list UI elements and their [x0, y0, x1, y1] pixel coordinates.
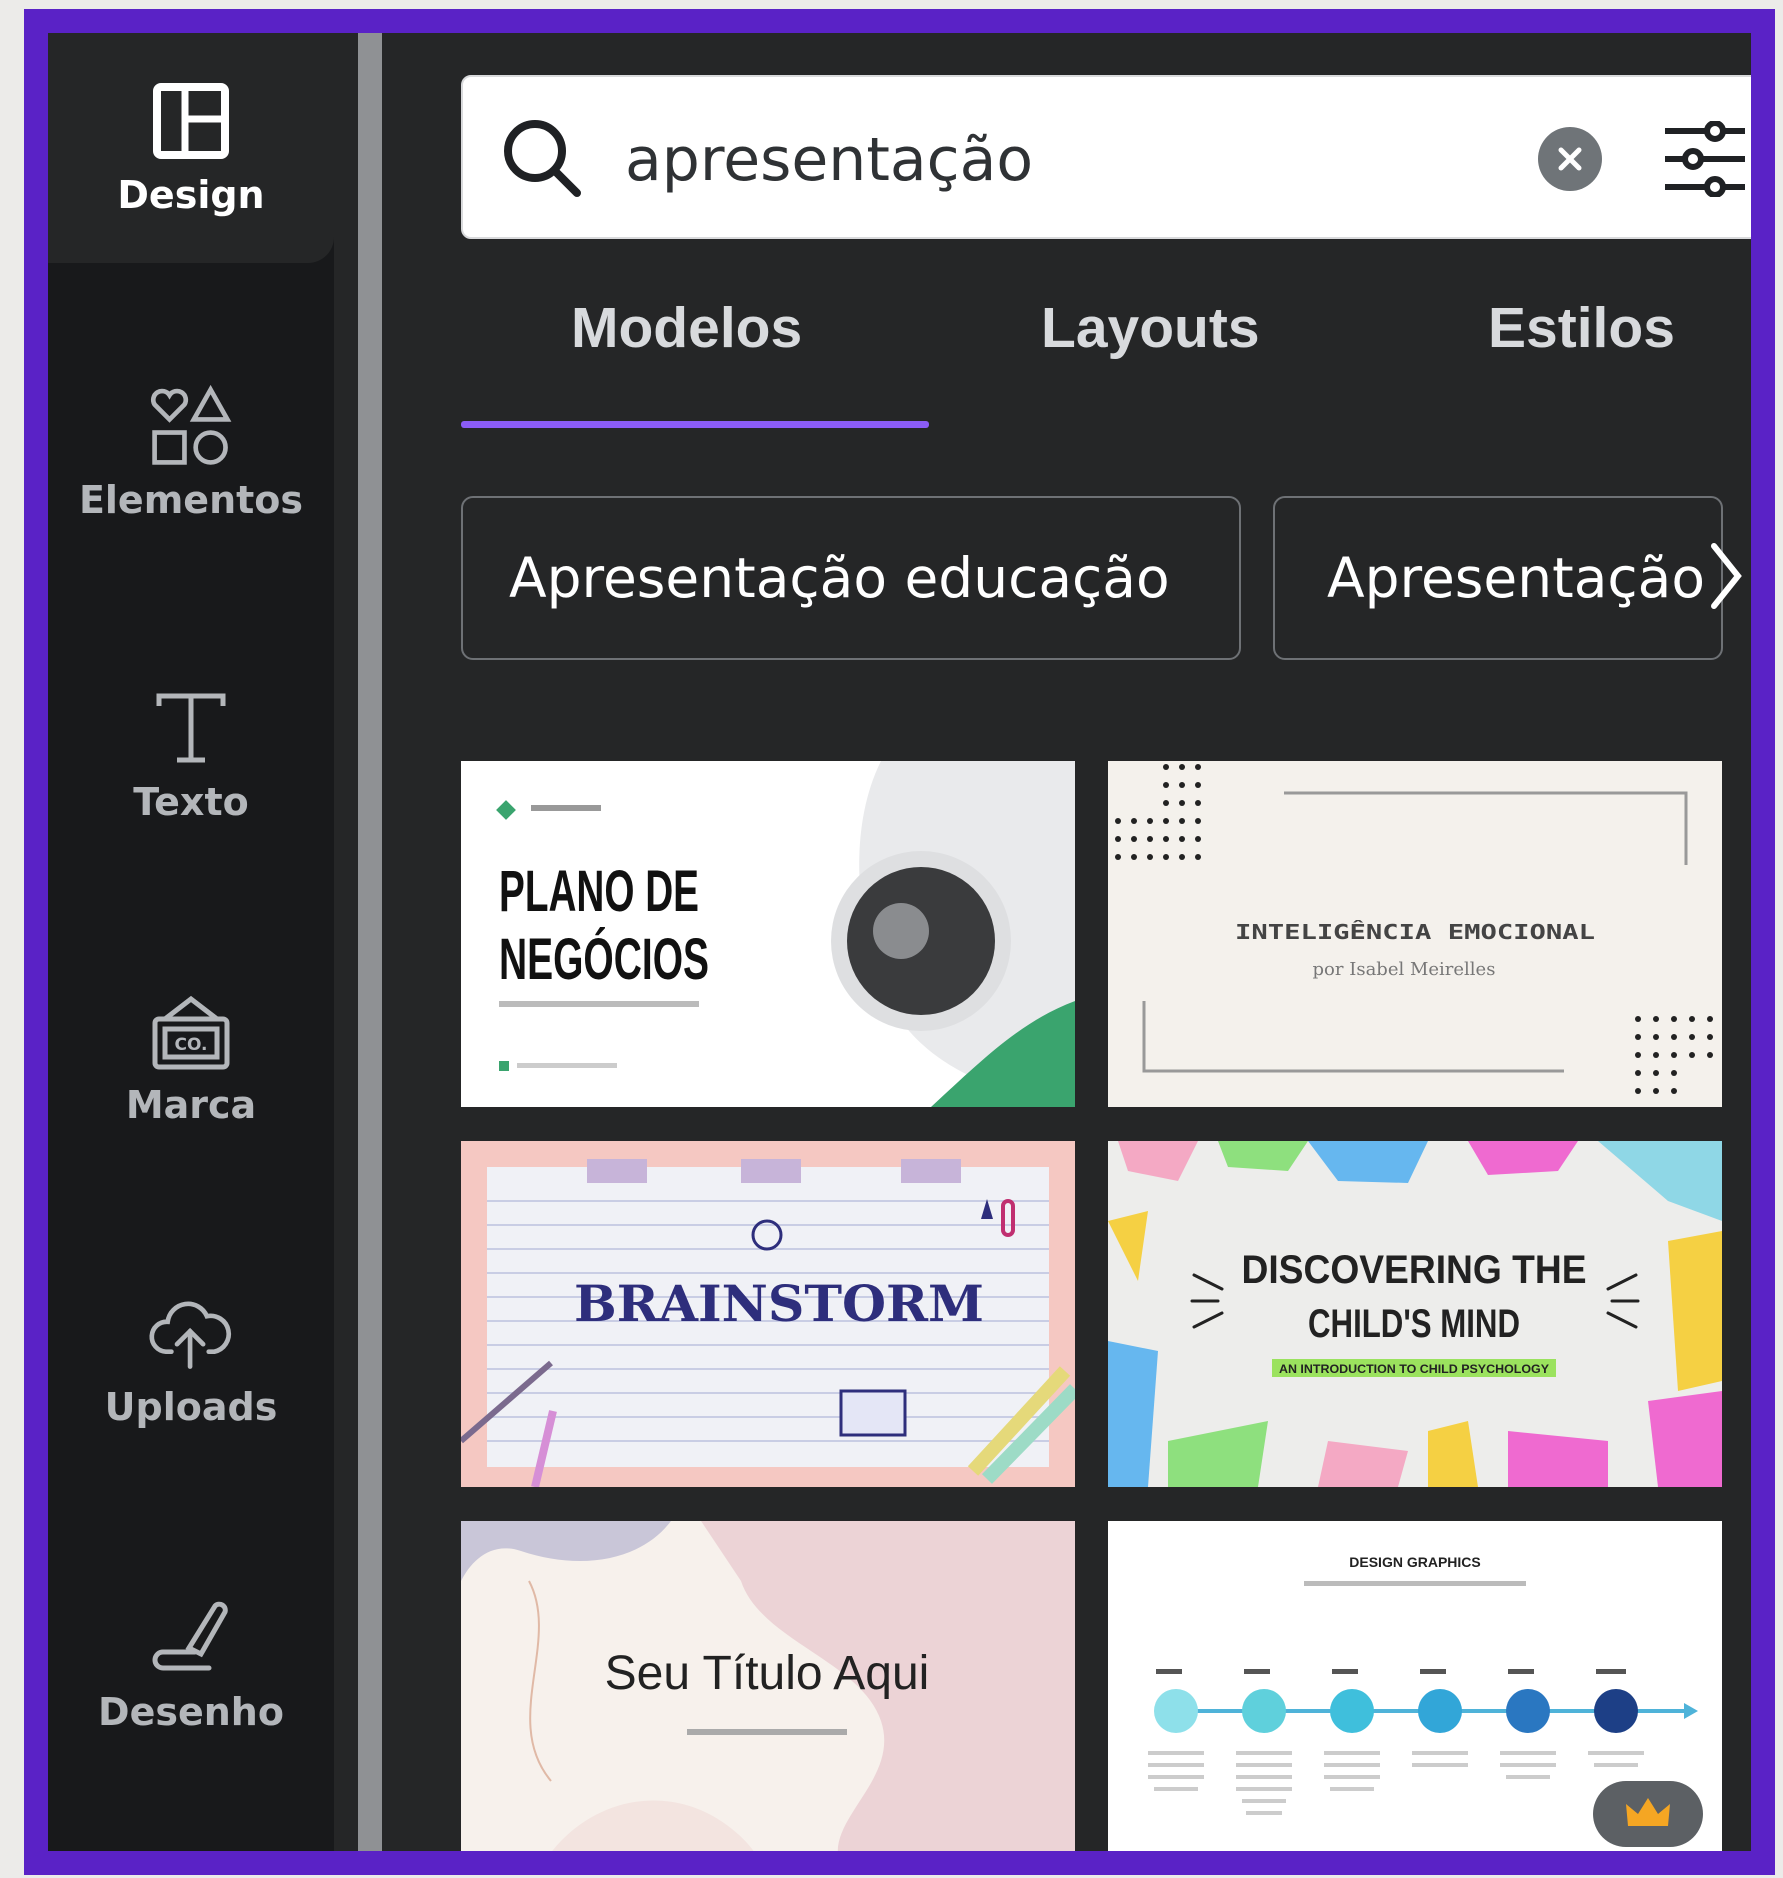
template-thumbnail-plano: PLANO DE NEGÓCIOS	[461, 761, 1075, 1107]
template-card[interactable]: DISCOVERING THE CHILD'S MIND AN INTRODUC…	[1108, 1141, 1722, 1487]
sidebar-item-label: Marca	[125, 1083, 257, 1127]
sidebar-item-label: Desenho	[98, 1690, 284, 1734]
template-title: DISCOVERING THE	[1242, 1248, 1587, 1292]
template-title: PLANO DE	[499, 859, 699, 924]
template-card[interactable]: PLANO DE NEGÓCIOS	[461, 761, 1075, 1107]
chip-apresentacao[interactable]: Apresentação	[1273, 496, 1723, 660]
template-title: CHILD'S MIND	[1308, 1302, 1520, 1346]
sidebar-item-label: Texto	[133, 780, 249, 824]
close-icon	[1558, 147, 1582, 171]
template-thumbnail-brainstorm: BRAINSTORM	[461, 1141, 1075, 1487]
template-title: BRAINSTORM	[574, 1274, 984, 1333]
active-tab-indicator	[461, 421, 929, 428]
cloud-upload-icon	[149, 1291, 233, 1375]
sidebar-item-marca[interactable]: CO. Marca	[48, 943, 334, 1173]
sidebar-item-label: Uploads	[104, 1385, 278, 1429]
premium-badge	[1593, 1781, 1703, 1847]
text-icon	[149, 686, 233, 770]
sidebar-item-label: Design	[117, 173, 265, 217]
template-title: DESIGN GRAPHICS	[1349, 1554, 1480, 1570]
shapes-icon	[149, 384, 233, 468]
tab-modelos[interactable]: Modelos	[571, 295, 802, 361]
sidebar-item-desenho[interactable]: Desenho	[48, 1550, 334, 1780]
template-card[interactable]: BRAINSTORM	[461, 1141, 1075, 1487]
search-bar	[461, 75, 1751, 239]
layout-icon	[149, 79, 233, 163]
template-thumbnail-inteligencia: INTELIGÊNCIA EMOCIONAL por Isabel Meirel…	[1108, 761, 1722, 1107]
tab-layouts[interactable]: Layouts	[1041, 295, 1260, 361]
chip-apresentacao-educacao[interactable]: Apresentação educação	[461, 496, 1241, 660]
brand-icon: CO.	[149, 989, 233, 1073]
chevron-right-icon[interactable]	[1708, 538, 1744, 618]
template-title: Seu Título Aqui	[605, 1647, 930, 1700]
clear-search-button[interactable]	[1538, 127, 1602, 191]
template-title: NEGÓCIOS	[499, 927, 709, 992]
template-subtitle: AN INTRODUCTION TO CHILD PSYCHOLOGY	[1279, 1362, 1549, 1376]
template-thumbnail-childs-mind: DISCOVERING THE CHILD'S MIND AN INTRODUC…	[1108, 1141, 1722, 1487]
sidebar-item-texto[interactable]: Texto	[48, 640, 334, 870]
search-input[interactable]	[623, 105, 1447, 215]
sidebar: Design Elementos Texto CO. Marca Uploads…	[48, 33, 334, 1851]
template-card[interactable]: Seu Título Aqui	[461, 1521, 1075, 1851]
sidebar-item-uploads[interactable]: Uploads	[48, 1245, 334, 1475]
sidebar-item-design[interactable]: Design	[48, 33, 334, 263]
crown-icon	[1626, 1798, 1670, 1826]
template-title: INTELIGÊNCIA EMOCIONAL	[1235, 920, 1595, 944]
panel-divider[interactable]	[358, 33, 382, 1851]
svg-text:CO.: CO.	[174, 1035, 207, 1055]
template-thumbnail-seu-titulo: Seu Título Aqui	[461, 1521, 1075, 1851]
sidebar-item-elementos[interactable]: Elementos	[48, 338, 334, 568]
filter-icon[interactable]	[1663, 120, 1747, 201]
chip-label: Apresentação educação	[509, 546, 1170, 610]
template-card[interactable]: INTELIGÊNCIA EMOCIONAL por Isabel Meirel…	[1108, 761, 1722, 1107]
sidebar-item-label: Elementos	[78, 478, 304, 522]
canva-panel-frame: Design Elementos Texto CO. Marca Uploads…	[24, 9, 1775, 1875]
search-icon	[499, 115, 589, 209]
draw-icon	[149, 1596, 233, 1680]
chip-label: Apresentação	[1327, 546, 1705, 610]
template-subtitle: por Isabel Meirelles	[1313, 959, 1496, 980]
tab-estilos[interactable]: Estilos	[1488, 295, 1675, 361]
